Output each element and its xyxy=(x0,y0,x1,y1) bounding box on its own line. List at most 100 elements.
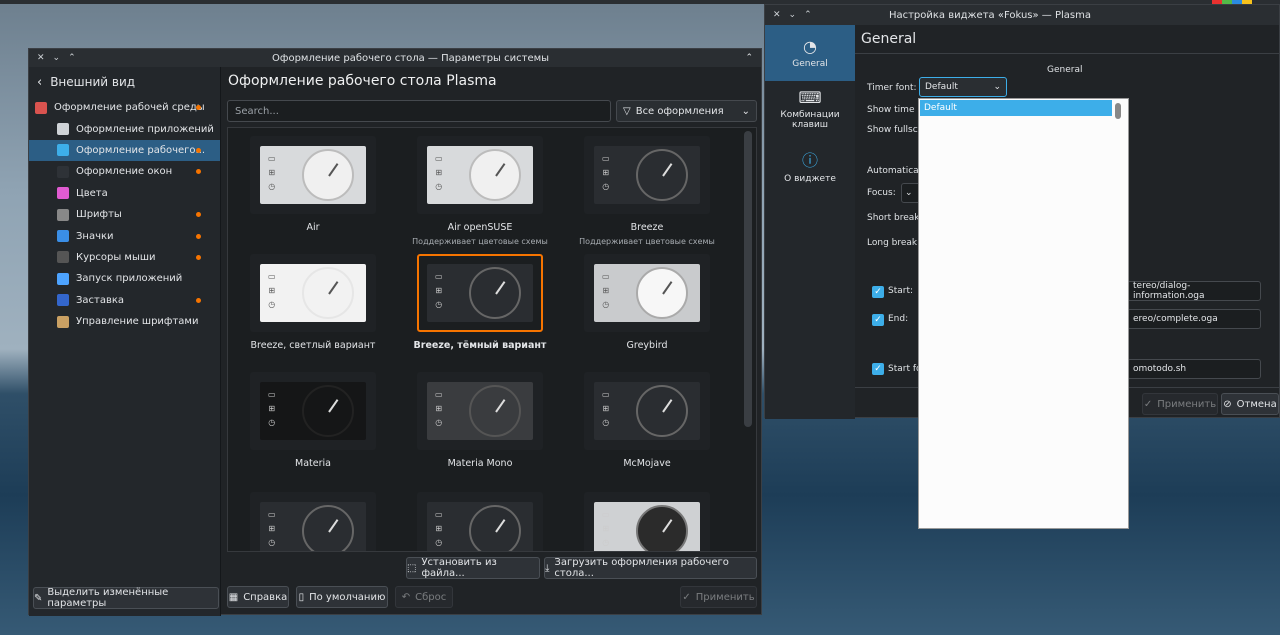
theme-tile[interactable]: ▭ ⊞ ◷ Materia Mono xyxy=(405,372,555,469)
maximize-icon[interactable]: ⌃ xyxy=(804,10,812,20)
widget-titlebar[interactable]: ✕ ⌄ ⌃ Настройка виджета «Fokus» — Plasma xyxy=(765,5,1279,25)
back-button[interactable]: ‹ Внешний вид xyxy=(29,67,220,97)
panel-icons: ▭ ⊞ ◷ xyxy=(268,510,276,547)
install-from-file-button[interactable]: ⬚ Установить из файла... xyxy=(406,557,540,579)
close-icon[interactable]: ✕ xyxy=(773,10,781,20)
sidebar-item-label: Оформление окон xyxy=(76,166,173,178)
theme-tile[interactable]: ▭ ⊞ ◷ xyxy=(405,492,555,551)
panel-icons: ▭ ⊞ ◷ xyxy=(435,272,443,309)
sidebar-item-label: Оформление приложений xyxy=(76,123,214,135)
clock-preview-icon xyxy=(469,149,521,201)
timer-font-select[interactable]: Default ⌄ xyxy=(919,77,1007,97)
download-themes-button[interactable]: ⤓ Загрузить оформления рабочего стола... xyxy=(544,557,757,579)
help-button[interactable]: ▦ Справка xyxy=(227,586,289,608)
theme-tile[interactable]: ▭ ⊞ ◷ Air openSUSE Поддерживает цветовые с… xyxy=(405,136,555,246)
show-fullscreen-label: Show fullscr xyxy=(867,125,922,135)
start-script-checkbox[interactable]: ✓ xyxy=(872,363,884,375)
sidebar-item[interactable]: Цвета xyxy=(29,183,220,204)
theme-tile[interactable]: ▭ ⊞ ◷ Breeze, светлый вариант xyxy=(238,254,388,351)
widget-sidebar-label: О виджете xyxy=(784,173,836,184)
theme-tile[interactable]: ▭ ⊞ ◷ Air xyxy=(238,136,388,233)
plasma-style-icon xyxy=(57,144,69,157)
theme-preview-frame: ▭ ⊞ ◷ xyxy=(417,372,543,450)
sidebar-list: Оформление рабочей среды Оформление прило… xyxy=(29,97,220,332)
theme-tile[interactable]: ▭ ⊞ ◷ xyxy=(572,492,722,551)
panel-icons: ▭ ⊞ ◷ xyxy=(268,272,276,309)
apply-label: Применить xyxy=(695,591,755,603)
back-label: Внешний вид xyxy=(50,75,136,89)
script-path-field[interactable]: omotodo.sh xyxy=(1127,359,1261,379)
end-sound-checkbox[interactable]: ✓ xyxy=(872,314,884,326)
theme-preview: ▭ ⊞ ◷ xyxy=(427,502,533,551)
widget-sidebar-item[interactable]: ⓘ О виджете xyxy=(765,137,855,193)
sidebar-item[interactable]: Значки xyxy=(29,225,220,246)
changed-indicator xyxy=(196,233,201,239)
highlight-label: Выделить изменённые параметры xyxy=(47,587,169,609)
theme-tile[interactable]: ▭ ⊞ ◷ xyxy=(238,492,388,551)
changed-indicator xyxy=(196,297,201,303)
help-label: Справка xyxy=(243,591,288,603)
script-path: omotodo.sh xyxy=(1133,364,1187,374)
cancel-button[interactable]: ⊘ Отмена xyxy=(1221,393,1279,415)
theme-preview-frame: ▭ ⊞ ◷ xyxy=(584,492,710,551)
keep-above-icon[interactable]: ⌃ xyxy=(745,53,753,63)
search-input[interactable]: Search... xyxy=(227,100,611,122)
sidebar-item[interactable]: Оформление приложений xyxy=(29,118,220,139)
theme-tile[interactable]: ▭ ⊞ ◷ McMojave xyxy=(572,372,722,469)
start-sound-checkbox[interactable]: ✓ xyxy=(872,286,884,298)
sidebar-item[interactable]: Шрифты xyxy=(29,204,220,225)
sidebar-item[interactable]: Управление шрифтами xyxy=(29,311,220,332)
main-titlebar[interactable]: ✕ ⌄ ⌃ Оформление рабочего стола — Параметр… xyxy=(29,49,761,67)
clock-hand xyxy=(328,399,339,413)
highlight-changes-button[interactable]: ✎ Выделить изменённые параметры xyxy=(33,587,219,609)
font-option-selected[interactable]: Default xyxy=(920,100,1112,116)
sidebar-item-label: Цвета xyxy=(76,187,108,199)
sidebar-item[interactable]: Оформление окон xyxy=(29,161,220,182)
theme-preview-frame: ▭ ⊞ ◷ xyxy=(250,136,376,214)
defaults-button[interactable]: ▯ По умолчанию xyxy=(296,586,388,608)
theme-preview: ▭ ⊞ ◷ xyxy=(594,146,700,204)
apply-button[interactable]: ✓ Применить xyxy=(680,586,757,608)
document-icon: ▯ xyxy=(298,591,305,603)
reset-button[interactable]: ↶ Сброс xyxy=(395,586,453,608)
sidebar-item[interactable]: Заставка xyxy=(29,290,220,311)
splash-screen-icon xyxy=(57,294,69,307)
highlighter-icon: ✎ xyxy=(34,592,43,604)
widget-sidebar-item[interactable]: ◔ General xyxy=(765,25,855,81)
theme-preview-frame: ▭ ⊞ ◷ xyxy=(417,492,543,551)
clock-preview-icon xyxy=(636,149,688,201)
theme-filter-select[interactable]: ▽ Все оформления ⌄ xyxy=(616,100,757,122)
font-dropdown-list[interactable]: Default xyxy=(918,98,1129,529)
sidebar: ‹ Внешний вид Оформление рабочей среды Оф… xyxy=(29,67,221,616)
start-label: Start: xyxy=(888,286,914,296)
maximize-icon[interactable]: ⌃ xyxy=(68,53,76,63)
end-sound-path-field[interactable]: ereo/complete.oga xyxy=(1127,309,1261,329)
theme-tile[interactable]: ▭ ⊞ ◷ Breeze, тёмный вариант xyxy=(405,254,555,351)
start-sound-path-field[interactable]: tereo/dialog-information.oga xyxy=(1127,281,1261,301)
widget-heading: General xyxy=(861,31,917,47)
theme-tile[interactable]: ▭ ⊞ ◷ Materia xyxy=(238,372,388,469)
clock-preview-icon xyxy=(469,267,521,319)
check-icon: ✓ xyxy=(682,591,691,603)
download-icon: ⤓ xyxy=(545,562,550,574)
chevron-down-icon: ⌄ xyxy=(905,188,913,198)
theme-tile[interactable]: ▭ ⊞ ◷ Breeze Поддерживает цветовые схемы xyxy=(572,136,722,246)
theme-name: McMojave xyxy=(623,458,671,469)
minimize-icon[interactable]: ⌄ xyxy=(789,10,797,20)
panel-icons: ▭ ⊞ ◷ xyxy=(602,272,610,309)
widget-sidebar-item[interactable]: ⌨ Комбинации клавиш xyxy=(765,81,855,137)
theme-tile[interactable]: ▭ ⊞ ◷ Greybird xyxy=(572,254,722,351)
widget-sidebar: ◔ General ⌨ Комбинации клавиш ⓘ О виджете xyxy=(765,25,855,419)
dropdown-scrollbar[interactable] xyxy=(1115,103,1121,119)
minimize-icon[interactable]: ⌄ xyxy=(53,53,61,63)
sidebar-item[interactable]: Курсоры мыши xyxy=(29,247,220,268)
theme-name: Materia Mono xyxy=(447,458,513,469)
theme-preview-frame: ▭ ⊞ ◷ xyxy=(584,136,710,214)
sidebar-item[interactable]: Оформление рабочего... xyxy=(29,139,220,162)
sidebar-item-label: Запуск приложений xyxy=(76,273,183,285)
close-icon[interactable]: ✕ xyxy=(37,53,45,63)
grid-scrollbar[interactable] xyxy=(744,131,752,427)
sidebar-item[interactable]: Запуск приложений xyxy=(29,268,220,289)
sidebar-item[interactable]: Оформление рабочей среды xyxy=(29,97,220,118)
widget-apply-button[interactable]: ✓ Применить xyxy=(1142,393,1218,415)
